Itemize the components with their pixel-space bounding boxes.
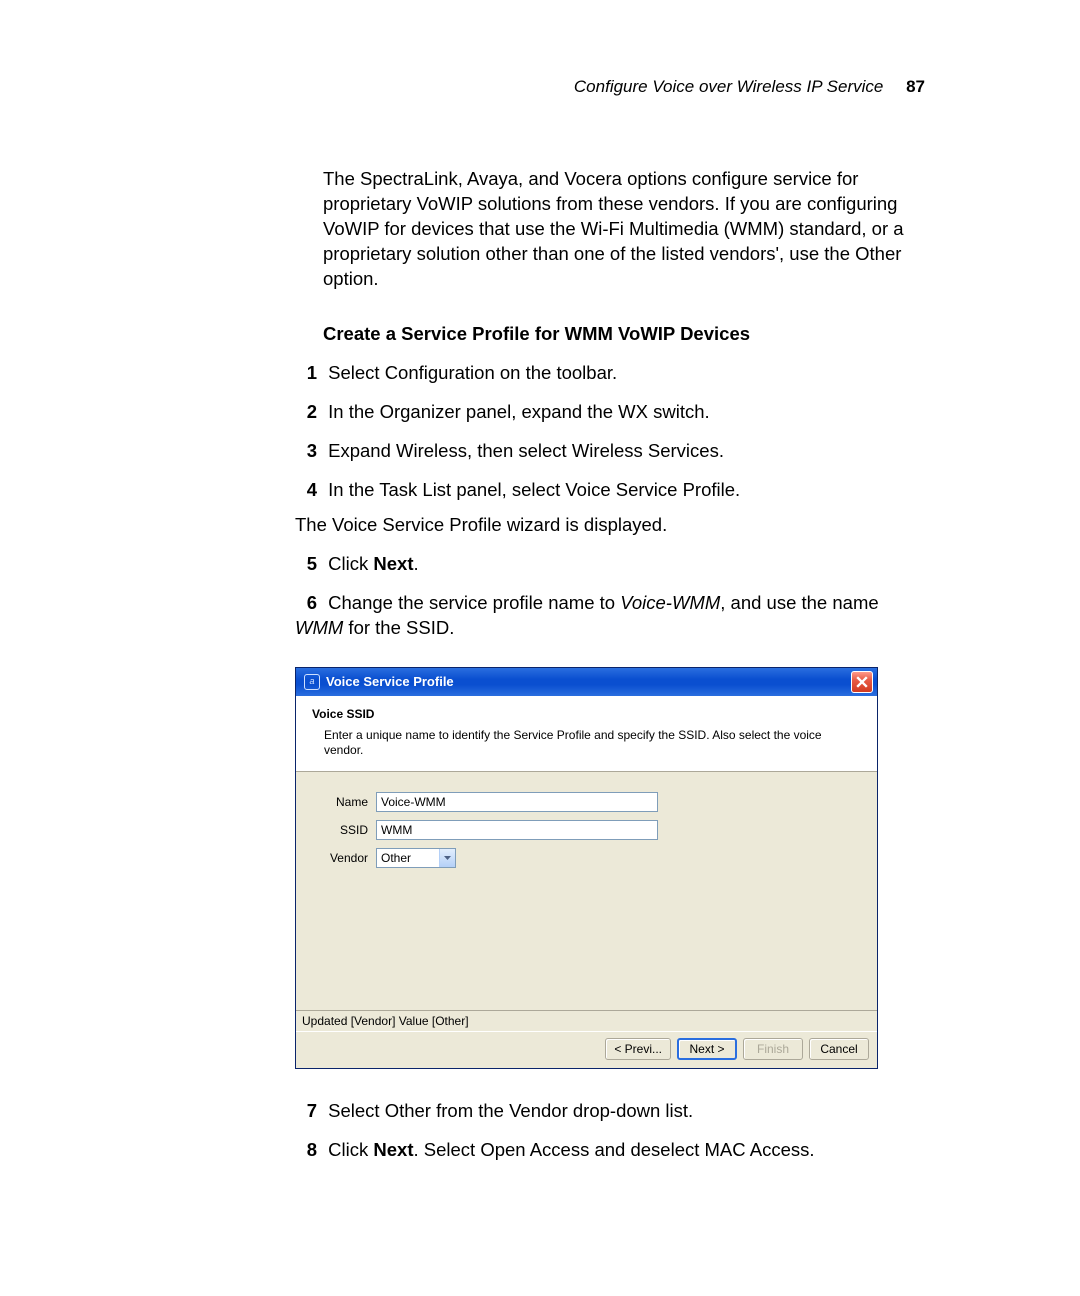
step-number: 4 [295, 478, 317, 503]
wizard-app-icon: a [304, 674, 320, 690]
vendor-label: Vendor [312, 850, 368, 866]
step-list-after: 7 Select Other from the Vendor drop-down… [323, 1099, 925, 1163]
name-input[interactable] [376, 792, 658, 812]
wizard-subheading: Enter a unique name to identify the Serv… [312, 728, 861, 759]
step-number: 6 [295, 591, 317, 616]
step-text-italic: Voice-WMM [620, 592, 720, 613]
ssid-label: SSID [312, 822, 368, 838]
page-number: 87 [906, 77, 925, 96]
step-text-bold: Next [373, 553, 413, 574]
step-text-mid: , and use the name [720, 592, 878, 613]
form-row-name: Name [312, 792, 861, 812]
wizard-heading: Voice SSID [312, 706, 861, 722]
step-text: Expand Wireless, then select Wireless Se… [328, 440, 724, 461]
step-text-pre: Click [328, 553, 373, 574]
step-number: 5 [295, 552, 317, 577]
wizard-header-panel: Voice SSID Enter a unique name to identi… [296, 696, 877, 772]
vendor-select[interactable]: Other [376, 848, 456, 868]
step-text-post: for the SSID. [343, 617, 454, 638]
vendor-selected-value: Other [381, 850, 439, 866]
step-text-italic: WMM [295, 617, 343, 638]
document-page: Configure Voice over Wireless IP Service… [0, 0, 1080, 1163]
step-number: 2 [295, 400, 317, 425]
step-text: In the Organizer panel, expand the WX sw… [328, 401, 710, 422]
step-6: 6 Change the service profile name to Voi… [295, 591, 925, 641]
previous-button[interactable]: < Previ... [605, 1038, 671, 1060]
close-icon [856, 676, 868, 688]
step-7: 7 Select Other from the Vendor drop-down… [295, 1099, 925, 1124]
wizard-button-bar: < Previ... Next > Finish Cancel [296, 1031, 877, 1068]
step-8: 8 Click Next. Select Open Access and des… [295, 1138, 925, 1163]
step-3: 3 Expand Wireless, then select Wireless … [295, 439, 925, 464]
step-subtext: The Voice Service Profile wizard is disp… [295, 513, 925, 538]
step-4: 4 In the Task List panel, select Voice S… [295, 478, 925, 538]
form-row-vendor: Vendor Other [312, 848, 861, 868]
step-text-bold: Next [373, 1139, 413, 1160]
step-number: 7 [295, 1099, 317, 1124]
step-text: In the Task List panel, select Voice Ser… [328, 479, 740, 500]
finish-button: Finish [743, 1038, 803, 1060]
name-label: Name [312, 794, 368, 810]
step-5: 5 Click Next. [295, 552, 925, 577]
wizard-titlebar[interactable]: a Voice Service Profile [296, 668, 877, 696]
close-button[interactable] [851, 671, 873, 693]
step-text-pre: Click [328, 1139, 373, 1160]
step-number: 3 [295, 439, 317, 464]
step-text: Select Other from the Vendor drop-down l… [328, 1100, 693, 1121]
step-text-post: . [413, 553, 418, 574]
form-row-ssid: SSID [312, 820, 861, 840]
step-text: Select Configuration on the toolbar. [328, 362, 617, 383]
cancel-button[interactable]: Cancel [809, 1038, 869, 1060]
chevron-down-icon [439, 849, 455, 867]
step-text-pre: Change the service profile name to [328, 592, 620, 613]
step-number: 8 [295, 1138, 317, 1163]
step-2: 2 In the Organizer panel, expand the WX … [295, 400, 925, 425]
step-text-post: . Select Open Access and deselect MAC Ac… [413, 1139, 814, 1160]
section-heading: Create a Service Profile for WMM VoWIP D… [323, 322, 925, 347]
body-content: The SpectraLink, Avaya, and Vocera optio… [0, 97, 1080, 1163]
voice-service-profile-wizard: a Voice Service Profile Voice SSID Enter… [295, 667, 878, 1070]
step-number: 1 [295, 361, 317, 386]
page-header: Configure Voice over Wireless IP Service… [0, 0, 1080, 97]
step-1: 1 Select Configuration on the toolbar. [295, 361, 925, 386]
wizard-form-area: Name SSID Vendor Other [296, 772, 877, 1010]
header-title: Configure Voice over Wireless IP Service [574, 77, 883, 96]
wizard-title: Voice Service Profile [326, 673, 851, 691]
step-list: 1 Select Configuration on the toolbar. 2… [323, 361, 925, 641]
ssid-input[interactable] [376, 820, 658, 840]
intro-paragraph: The SpectraLink, Avaya, and Vocera optio… [323, 167, 925, 292]
next-button[interactable]: Next > [677, 1038, 737, 1060]
wizard-status-text: Updated [Vendor] Value [Other] [296, 1010, 877, 1031]
